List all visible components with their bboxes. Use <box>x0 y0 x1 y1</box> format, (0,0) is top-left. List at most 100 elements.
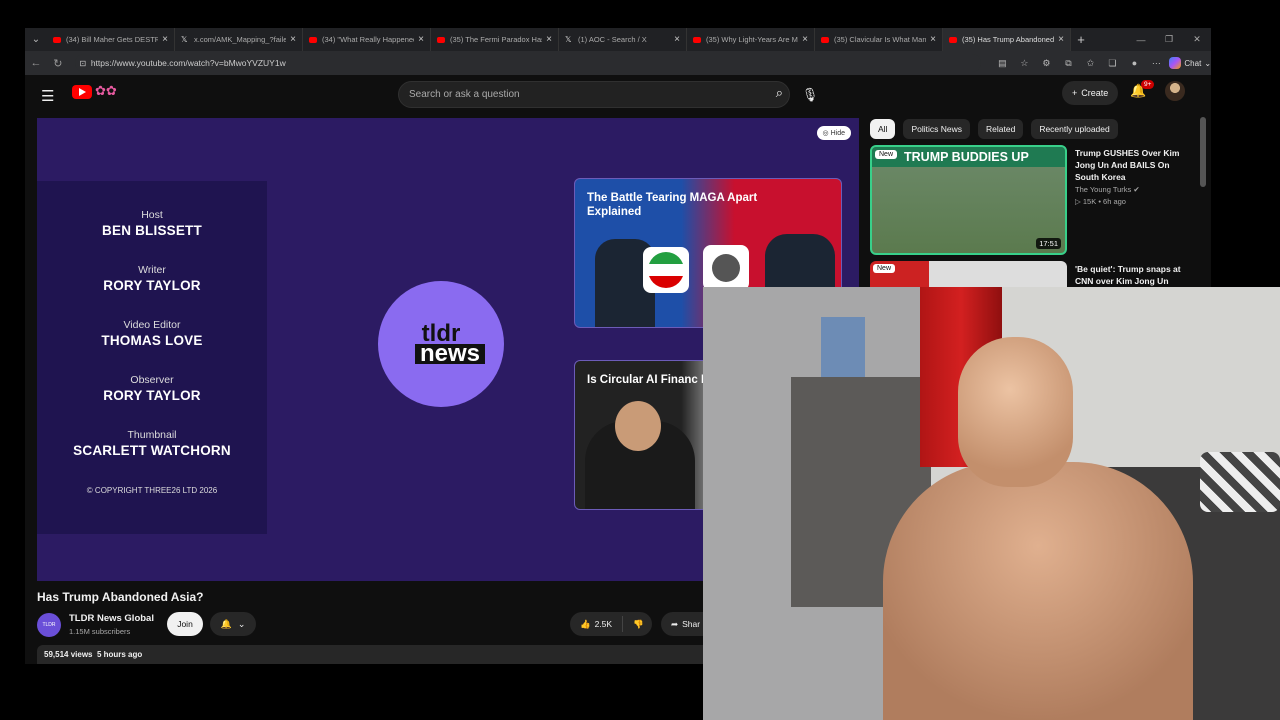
hide-end-cards-button[interactable]: ◎ Hide <box>816 126 851 140</box>
bomb-icon <box>703 245 749 291</box>
close-icon[interactable]: × <box>162 34 168 45</box>
credit-writer: Writer RORY TAYLOR <box>37 264 267 293</box>
credit-thumbnail: Thumbnail SCARLETT WATCHORN <box>37 429 267 458</box>
end-card-title: The Battle Tearing MAGA Apart Explained <box>587 192 758 218</box>
create-label: Create <box>1081 88 1109 98</box>
tab[interactable]: (34) Bill Maher Gets DESTR × <box>47 28 175 51</box>
tab[interactable]: 𝕏x.com/AMK_Mapping_?faile × <box>175 28 303 51</box>
close-icon[interactable]: × <box>290 34 296 45</box>
close-icon[interactable]: × <box>546 34 552 45</box>
bell-icon: 🔔 <box>220 618 232 629</box>
credit-editor: Video Editor THOMAS LOVE <box>37 319 267 348</box>
avatar[interactable] <box>1165 81 1185 101</box>
profile-icon[interactable]: ● <box>1125 58 1143 68</box>
tab[interactable]: (35) Why Light-Years Are M × <box>687 28 815 51</box>
video-title[interactable]: Trump GUSHES Over Kim Jong Un And BAILS … <box>1075 147 1195 183</box>
tab-title: (1) AOC - Search / X <box>578 35 647 44</box>
microphone-icon[interactable]: 🎙 <box>800 81 820 108</box>
copilot-icon <box>1169 57 1182 69</box>
credit-role: Thumbnail <box>127 429 177 441</box>
more-icon[interactable]: ⋯ <box>1147 58 1165 69</box>
favorites-icon[interactable]: ✩ <box>1081 58 1099 69</box>
tab-title: (35) Why Light-Years Are M <box>706 35 798 44</box>
credit-role: Writer <box>138 264 166 276</box>
tldr-news-logo[interactable]: tldr news <box>378 281 504 407</box>
split-screen-icon[interactable]: ⧉ <box>1059 58 1077 69</box>
back-icon[interactable]: ← <box>25 57 47 69</box>
plus-icon: + <box>1072 88 1078 98</box>
close-icon[interactable]: × <box>418 34 424 45</box>
tab[interactable]: (34) "What Really Happened × <box>303 28 431 51</box>
credits-panel: Host BEN BLISSETT Writer RORY TAYLOR Vid… <box>37 181 267 534</box>
menu-icon[interactable]: ☰ <box>41 87 54 105</box>
close-window-icon[interactable]: ✕ <box>1183 34 1211 45</box>
search-icon[interactable]: ⌕ <box>776 85 783 101</box>
credit-name: THOMAS LOVE <box>101 333 203 348</box>
dislike-button[interactable]: 👎 <box>623 619 654 630</box>
collections-icon[interactable]: ❏ <box>1103 58 1121 69</box>
filter-chips: All Politics News Related Recently uploa… <box>870 119 1118 141</box>
youtube-icon <box>949 36 957 43</box>
new-tab-icon[interactable]: + <box>1071 32 1091 47</box>
extensions-icon[interactable]: ⚙ <box>1037 58 1055 69</box>
tab-title: (35) Has Trump Abandoned <box>962 35 1055 44</box>
video-thumbnail[interactable]: New TRUMP BUDDIES UP 17:51 <box>870 145 1067 255</box>
search-input[interactable]: Search or ask a question ⌕ <box>398 81 790 108</box>
webcam-overlay <box>703 287 1280 720</box>
maximize-icon[interactable]: ❐ <box>1155 34 1183 45</box>
doodle-icon[interactable]: ✿✿ <box>95 83 117 99</box>
video-meta: ▷ 15K • 6h ago <box>1075 197 1126 206</box>
create-button[interactable]: + Create <box>1062 81 1119 105</box>
address-bar: ← ↻ ⊡ https://www.youtube.com/watch?v=bM… <box>25 51 1211 75</box>
chip-politics-news[interactable]: Politics News <box>903 119 970 139</box>
tab-actions-icon[interactable]: ⌄ <box>25 28 47 51</box>
subscription-bell-button[interactable]: 🔔 ⌄ <box>210 612 256 636</box>
close-icon[interactable]: × <box>802 34 808 45</box>
tab-active[interactable]: (35) Has Trump Abandoned × <box>943 28 1071 51</box>
recommended-video[interactable]: New TRUMP BUDDIES UP 17:51 Trump GUSHES … <box>870 145 1200 255</box>
channel-avatar[interactable]: TLDR <box>37 613 61 637</box>
chip-recently-uploaded[interactable]: Recently uploaded <box>1031 119 1118 139</box>
tab[interactable]: 𝕏 (1) AOC - Search / X × <box>559 28 687 51</box>
tab-title: (34) Bill Maher Gets DESTR <box>66 35 159 44</box>
url-field[interactable]: ⊡ https://www.youtube.com/watch?v=bMwoYV… <box>74 54 982 72</box>
credit-observer: Observer RORY TAYLOR <box>37 374 267 403</box>
youtube-logo[interactable] <box>72 85 92 99</box>
credit-name: SCARLETT WATCHORN <box>73 443 231 458</box>
chip-related[interactable]: Related <box>978 119 1024 139</box>
new-badge: New <box>875 150 898 159</box>
reload-icon[interactable]: ↻ <box>47 57 69 70</box>
channel-name[interactable]: TLDR News Global <box>69 613 154 624</box>
thumbs-up-icon: 👍 <box>580 618 591 629</box>
site-info-icon[interactable]: ⊡ <box>75 59 91 68</box>
notification-badge: 9+ <box>1141 80 1155 89</box>
close-icon[interactable]: × <box>930 34 936 45</box>
channel-name-text: The Young Turks <box>1075 185 1132 194</box>
favorite-star-icon[interactable]: ☆ <box>1015 58 1033 69</box>
tab[interactable]: (35) The Fermi Paradox Has × <box>431 28 559 51</box>
chevron-down-icon: ⌄ <box>237 618 246 629</box>
close-icon[interactable]: × <box>1058 34 1064 45</box>
search-placeholder: Search or ask a question <box>409 89 520 100</box>
chip-all[interactable]: All <box>870 119 896 139</box>
new-badge: New <box>873 264 896 273</box>
thumbnail-caption: TRUMP BUDDIES UP <box>872 147 1065 167</box>
description-box[interactable]: 59,514 views 5 hours ago <box>37 645 717 664</box>
thumbs-down-icon: 👎 <box>633 618 644 629</box>
reader-icon[interactable]: ▤ <box>993 58 1011 69</box>
x-icon: 𝕏 <box>565 35 572 44</box>
minimize-icon[interactable]: — <box>1127 35 1155 45</box>
chat-label: Chat <box>1184 58 1202 68</box>
like-button[interactable]: 👍 2.5K <box>570 616 624 632</box>
tab[interactable]: (35) Clavicular Is What Man × <box>815 28 943 51</box>
scrollbar[interactable] <box>1200 117 1206 187</box>
video-title[interactable]: 'Be quiet': Trump snaps at CNN over Kim … <box>1075 263 1195 287</box>
channel-name[interactable]: The Young Turks ✔ <box>1075 185 1140 194</box>
tab-bar: ⌄ (34) Bill Maher Gets DESTR × 𝕏x.com/AMK… <box>25 28 1211 51</box>
person-head <box>958 337 1073 487</box>
close-icon[interactable]: × <box>674 34 680 45</box>
chat-button[interactable]: Chat ⌄ <box>1169 57 1211 69</box>
credit-role: Observer <box>130 374 174 386</box>
tab-title: (35) The Fermi Paradox Has <box>450 35 543 44</box>
join-button[interactable]: Join <box>167 612 203 636</box>
